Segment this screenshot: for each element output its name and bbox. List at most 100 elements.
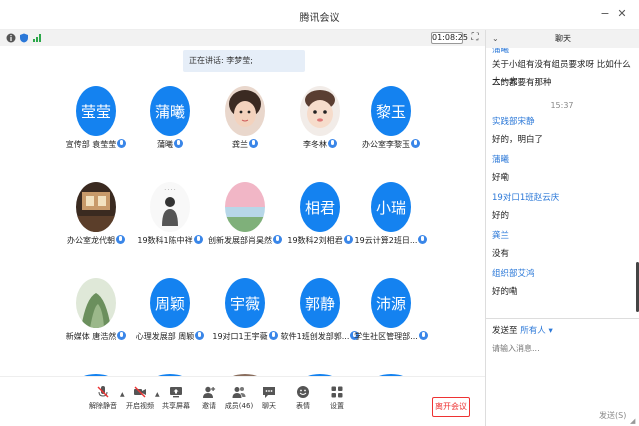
chat-message-list[interactable]: 蒲曦 关于小组有没有组员要求呀 比如什么大一大 二的都要有那种 15:37 实践部宋静好… [486, 48, 636, 318]
meeting-timer: 01:08:25 [431, 32, 468, 44]
members-button[interactable]: 成员(46) [222, 385, 256, 411]
participant-name-text: 学生社区管理部... [354, 332, 418, 341]
chat-sender: 龚兰 [492, 231, 510, 241]
mic-icon [117, 139, 127, 148]
mic-icon [116, 235, 125, 244]
participant-tile[interactable]: 沛源学生社区管理部... [353, 278, 429, 358]
participant-tile[interactable]: 郭静 软件1班创发部郭... [281, 278, 360, 358]
leave-meeting-button[interactable]: 离开会议 [432, 397, 470, 417]
share-screen-icon [170, 387, 182, 398]
participant-tile[interactable]: · · · · 19数科1陈中祥 [132, 182, 208, 262]
close-icon[interactable]: ✕ [615, 7, 629, 21]
mic-icon [418, 235, 428, 244]
participant-tile[interactable]: 龚兰 [207, 86, 283, 166]
participant-tile[interactable]: 黎玉办公室李黎玉 [353, 86, 429, 166]
participant-tile[interactable]: 蒲曦 蒲曦 [132, 86, 208, 166]
video-grid: 正在讲话: 李梦莹; 莹莹 宣传部 袁莹莹 蒲曦 蒲曦 龚兰 李冬林 黎玉办公室李黎玉办公室… [0, 46, 485, 376]
resize-grip-icon[interactable]: ◢ [630, 417, 635, 425]
avatar: 沛源 [371, 278, 411, 328]
settings-label: 设置 [330, 402, 344, 410]
unmute-button[interactable]: 解除静音 [86, 385, 120, 411]
participant-name: 办公室李黎玉 [347, 139, 435, 150]
avatar [225, 182, 265, 232]
chevron-down-icon: ▾ [548, 326, 553, 336]
avatar-initials: 黎玉 [375, 102, 406, 121]
avatar: 周颖 [150, 278, 190, 328]
unmute-label: 解除静音 [89, 402, 117, 410]
chat-message: 好的嘞 [492, 287, 518, 297]
info-icon[interactable] [6, 33, 16, 43]
send-to-target: 所有人 [520, 326, 546, 336]
send-to-label: 发送至 [492, 326, 518, 336]
title-bar: 腾讯会议 − ✕ [0, 0, 639, 30]
participant-tile[interactable]: 小瑞 19云计算2班日... [353, 182, 429, 262]
start-video-label: 开启视频 [126, 402, 154, 410]
settings-button[interactable]: 设置 [320, 385, 354, 411]
share-screen-button[interactable]: 共享屏幕 [159, 385, 193, 411]
chat-label: 聊天 [262, 402, 276, 410]
avatar [76, 182, 116, 232]
participant-tile[interactable]: 新媒体 唐浩然 [58, 278, 134, 358]
participant-name-text: 心理发展部 周颖 [135, 332, 195, 341]
mic-icon [174, 139, 183, 148]
mic-icon [418, 331, 428, 340]
mic-icon [328, 139, 337, 148]
participant-tile[interactable]: 相君 19数科2刘相君 [282, 182, 358, 262]
meeting-info-bar: 01:08:25 ⛶ [0, 30, 485, 46]
participant-name-text: 办公室龙代朝 [67, 236, 115, 245]
participant-tile[interactable]: 李冬林 [282, 86, 358, 166]
chat-message: 好嘞 [492, 173, 510, 183]
fullscreen-icon[interactable]: ⛶ [469, 32, 481, 44]
shield-icon[interactable] [19, 33, 29, 43]
participant-name-text: 宣传部 袁莹莹 [65, 140, 117, 149]
chat-sender: 蒲曦 [492, 155, 510, 165]
share-screen-label: 共享屏幕 [162, 402, 190, 410]
start-video-button[interactable]: 开启视频 [123, 385, 157, 411]
participant-name-text: 新媒体 唐浩然 [65, 332, 117, 341]
window-title: 腾讯会议 [299, 13, 340, 24]
chat-button[interactable]: 聊天 [252, 385, 286, 411]
chevron-down-icon[interactable]: ⌄ [492, 30, 499, 48]
participant-name-text: 创新发展部肖昊然 [208, 236, 272, 245]
participant-name: 19云计算2班日... [347, 235, 435, 246]
reaction-label: 表情 [296, 402, 310, 410]
mic-icon [249, 139, 258, 148]
camera-off-icon [134, 386, 146, 398]
avatar: 郭静 [300, 278, 340, 328]
participant-tile[interactable]: 宇薇 19对口1王宇薇 [207, 278, 283, 358]
avatar [225, 86, 265, 136]
participant-tile[interactable]: 周颖心理发展部 周颖 [132, 278, 208, 358]
chat-message: 二的都要有那种 [492, 78, 552, 88]
send-to-selector[interactable]: 发送至 所有人 ▾ [492, 324, 553, 336]
send-button[interactable]: 发送(S) [599, 410, 626, 421]
grid-settings-icon [331, 386, 343, 398]
participant-tile[interactable]: 办公室龙代朝 [58, 182, 134, 262]
reaction-button[interactable]: 表情 [286, 385, 320, 411]
participant-name-text: 办公室李黎玉 [362, 140, 410, 149]
avatar [300, 86, 340, 136]
members-label: 成员(46) [224, 402, 254, 410]
minimize-icon[interactable]: − [598, 7, 612, 21]
add-user-icon [203, 386, 216, 398]
invite-label: 邀请 [202, 402, 216, 410]
meeting-toolbar: 解除静音 ▲ 开启视频 ▲ 共享屏幕 邀请 成员(46) 聊天 表情 设置 离开… [0, 376, 485, 426]
avatar: 相君 [300, 182, 340, 232]
members-icon [232, 387, 246, 398]
signal-icon[interactable] [32, 33, 42, 43]
participant-name-text: 蒲曦 [157, 140, 173, 149]
speaking-banner: 正在讲话: 李梦莹; [183, 50, 305, 72]
participant-tile[interactable]: 莹莹 宣传部 袁莹莹 [58, 86, 134, 166]
svg-text:· · · ·: · · · · [164, 187, 176, 193]
participant-tile[interactable]: 创新发展部肖昊然 [207, 182, 283, 262]
avatar-initials: 周颖 [154, 294, 185, 313]
chat-sender: 19对口1班赵云庆 [492, 193, 560, 203]
participant-name: 学生社区管理部... [347, 331, 435, 342]
chat-icon [263, 387, 275, 398]
chat-sender: 组织部艾鸿 [492, 269, 535, 279]
chat-input[interactable] [492, 341, 632, 355]
participant-name-text: 19对口1王宇薇 [212, 332, 268, 341]
participant-name-text: 19云计算2班日... [354, 236, 418, 245]
invite-button[interactable]: 邀请 [192, 385, 226, 411]
avatar [76, 278, 116, 328]
chat-message: 好的，明白了 [492, 135, 544, 145]
